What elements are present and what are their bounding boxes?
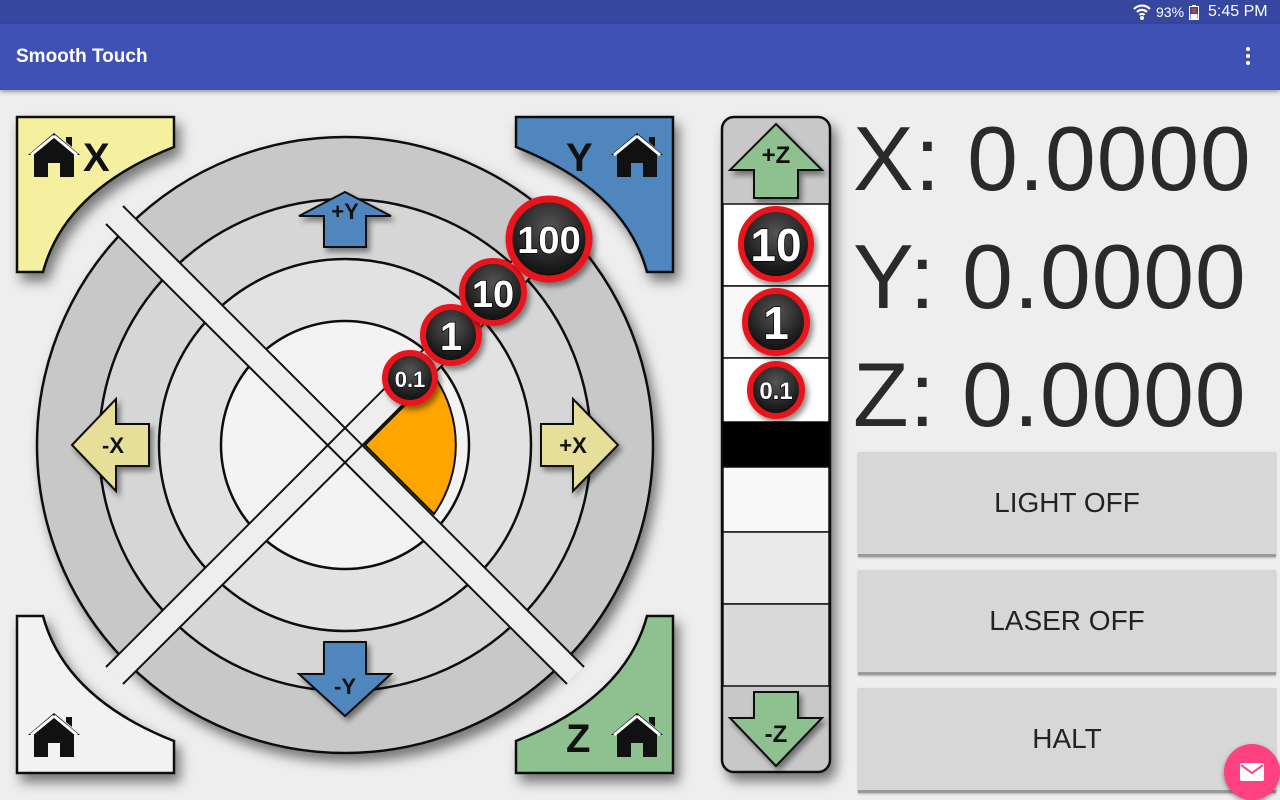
home-z-label: Z [566,717,590,761]
xy-step-label: 10 [472,274,514,316]
home-x-label: X [83,136,110,180]
jog-plus-x-label: +X [559,433,587,458]
battery-icon [1189,5,1199,20]
jog-minus-x-label: -X [102,433,124,458]
jog-pad: X Y Z +Y -Y -X +X 0.1 1 10 100 +Z -Z 10 … [15,115,832,775]
status-bar: 93% 5:45 PM [0,0,1280,24]
z-step-cell-minus-large[interactable] [722,603,830,687]
more-vert-icon[interactable] [1236,44,1260,70]
jog-minus-y-label: -Y [334,674,356,699]
z-step-label: 10 [750,219,801,271]
x-position: X: 0.0000 [853,109,1252,210]
y-position: Y: 0.0000 [853,227,1247,328]
z-step-cell-minus-small[interactable] [722,466,830,533]
home-y-label: Y [566,136,593,180]
jog-plus-z-label: +Z [762,142,791,169]
z-position: Z: 0.0000 [853,345,1247,446]
jog-minus-z-label: -Z [765,721,788,748]
z-center-bar [723,422,829,467]
xy-step-label: 100 [517,220,580,262]
z-step-cell-minus-mid[interactable] [722,531,830,605]
xy-step-label: 1 [440,315,462,359]
wifi-icon [1133,4,1151,20]
app-bar: Smooth Touch [0,24,1280,90]
xy-step-label: 0.1 [395,367,426,392]
z-step-label: 1 [763,297,789,349]
clock: 5:45 PM [1208,3,1268,20]
app-title: Smooth Touch [16,46,148,67]
battery-percent: 93% [1156,4,1185,20]
email-fab-button[interactable] [1224,744,1280,800]
halt-button[interactable]: HALT [858,688,1276,793]
light-toggle-button[interactable]: LIGHT OFF [858,452,1276,557]
z-step-label: 0.1 [759,378,792,405]
jog-plus-y-label: +Y [331,199,359,224]
laser-toggle-button[interactable]: LASER OFF [858,570,1276,675]
email-icon [1240,763,1264,781]
